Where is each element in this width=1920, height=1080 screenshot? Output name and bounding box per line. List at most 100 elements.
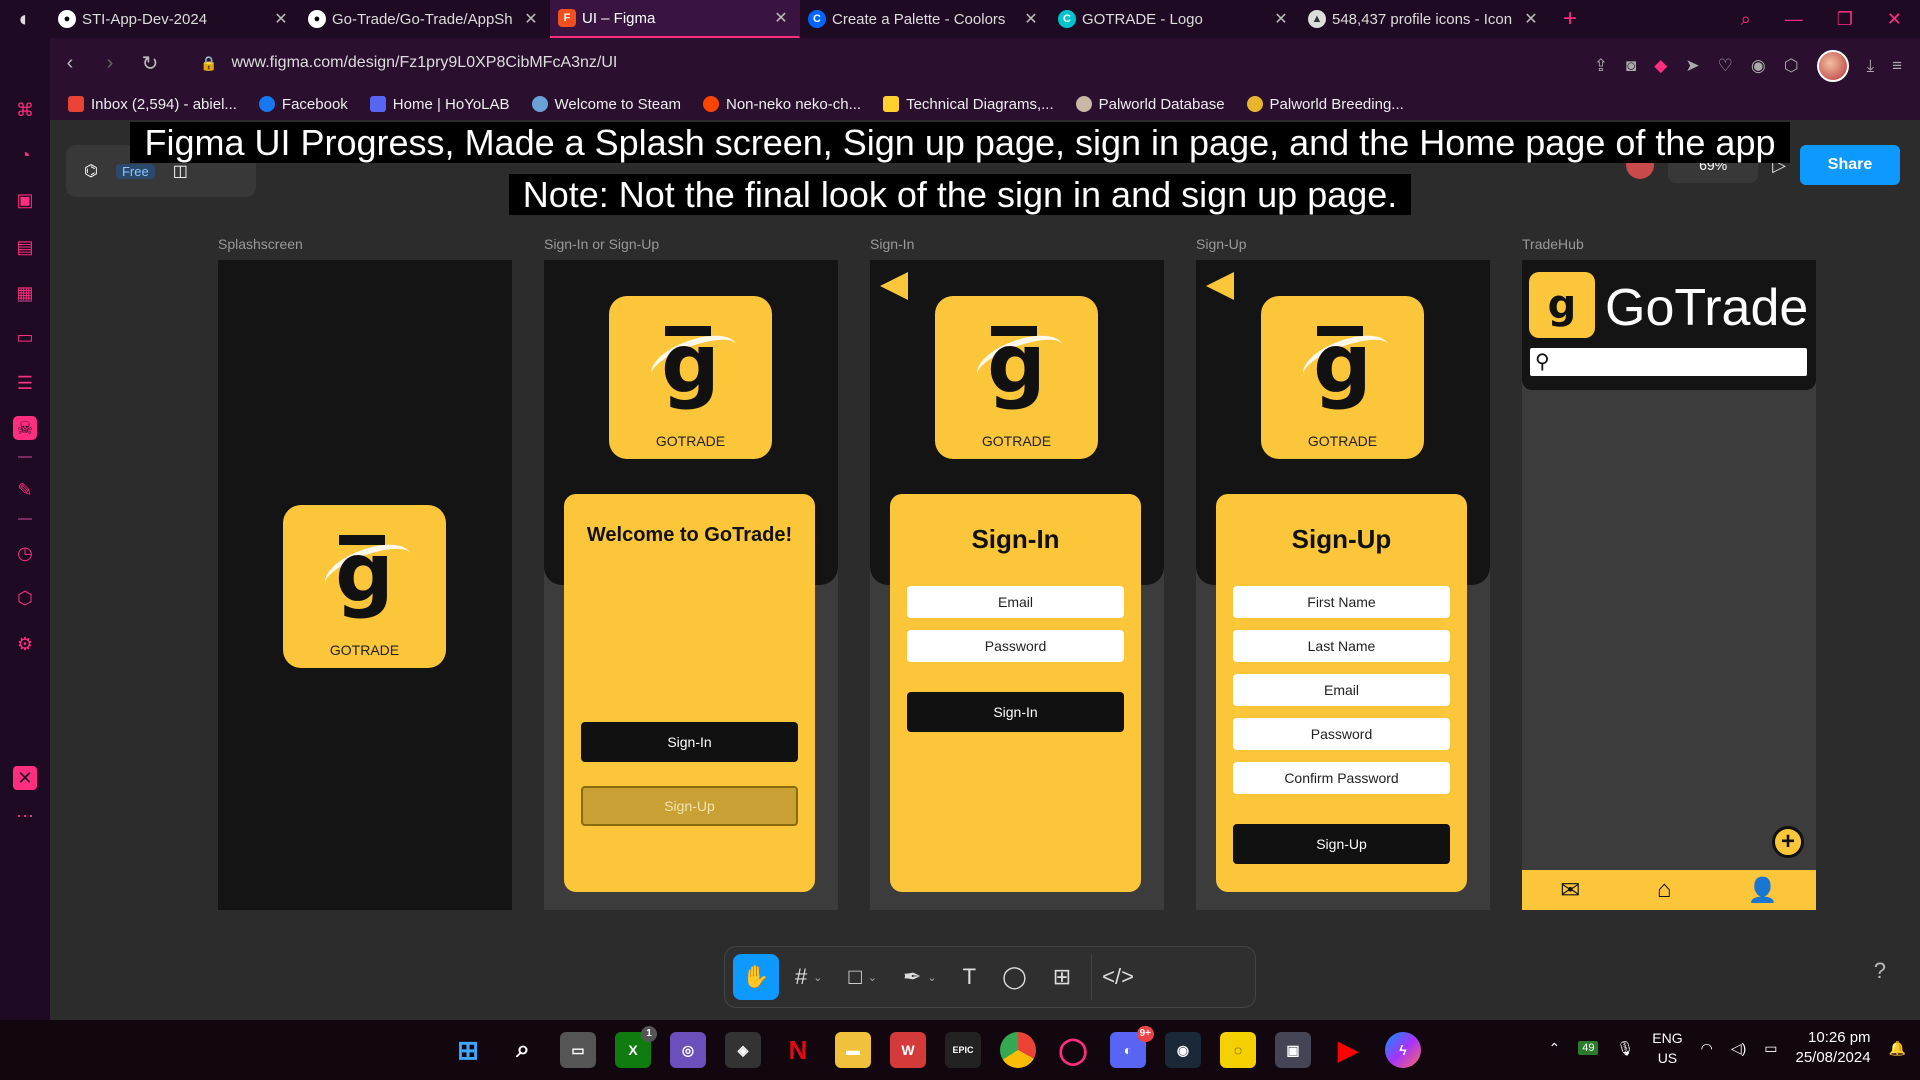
password-field[interactable]: Password	[907, 630, 1124, 662]
close-tab-icon[interactable]: ✕	[773, 8, 789, 28]
back-triangle-icon[interactable]	[880, 272, 908, 300]
chevron-down-icon[interactable]: ⌄	[868, 971, 877, 984]
easy-setup-icon[interactable]: ≡	[1892, 56, 1902, 76]
task-view-icon[interactable]: ▭	[560, 1032, 596, 1068]
cube-icon[interactable]: ⬡	[13, 586, 37, 610]
frame-signin[interactable]: g GOTRADE Sign-In Email Password Sign-In	[870, 260, 1164, 910]
last-name-field[interactable]: Last Name	[1233, 630, 1450, 662]
download-icon[interactable]: ⤓	[1867, 56, 1875, 76]
bag-icon[interactable]: ▣	[13, 188, 37, 212]
dev-mode-icon[interactable]: </>	[1091, 954, 1144, 1000]
youtube-icon[interactable]: ▶	[1330, 1032, 1366, 1068]
tab-figma-ui[interactable]: F UI – Figma ✕	[550, 0, 800, 38]
epic-games-icon[interactable]: EPIC	[945, 1032, 981, 1068]
chevron-down-icon[interactable]: ⌄	[813, 971, 822, 984]
opera-gx-icon[interactable]: ◯	[1055, 1032, 1091, 1068]
wifi-icon[interactable]: ◠	[1701, 1040, 1713, 1057]
password-field[interactable]: Password	[1233, 718, 1450, 750]
battery-icon[interactable]: ▭	[1764, 1040, 1777, 1057]
volume-icon[interactable]: ◁)	[1731, 1040, 1746, 1057]
xbox-icon[interactable]: X1	[615, 1026, 657, 1068]
figma-menu-icon[interactable]: ⌬	[84, 161, 98, 181]
tab-flaticon[interactable]: ▲ 548,437 profile icons - Icon ✕	[1300, 0, 1550, 38]
confirm-password-field[interactable]: Confirm Password	[1233, 762, 1450, 794]
close-tab-icon[interactable]: ✕	[273, 9, 289, 29]
speedometer-icon[interactable]: ◔	[13, 143, 37, 167]
photos-icon[interactable]: ◎	[670, 1032, 706, 1068]
gamepad-icon[interactable]: ⌘	[13, 98, 37, 122]
chevron-up-icon[interactable]: ⌃	[1548, 1040, 1560, 1057]
chrome-icon[interactable]	[1000, 1032, 1036, 1068]
comment-tool-icon[interactable]: ◯	[992, 954, 1037, 1000]
language-indicator[interactable]: ENG US	[1652, 1028, 1682, 1068]
profile-avatar[interactable]	[1816, 50, 1849, 82]
pocket-icon[interactable]: ◆	[1654, 56, 1667, 76]
new-tab-button[interactable]: +	[1550, 5, 1590, 33]
history-icon[interactable]: ◷	[13, 541, 37, 565]
more-icon[interactable]: ⋯	[13, 804, 37, 828]
tab-coolors[interactable]: C Create a Palette - Coolors ✕	[800, 0, 1050, 38]
email-field[interactable]: Email	[1233, 674, 1450, 706]
wps-icon[interactable]: W	[890, 1032, 926, 1068]
tab-go-trade-repo[interactable]: ● Go-Trade/Go-Trade/AppSh ✕	[300, 0, 550, 38]
shape-tool-icon[interactable]: □ ⌄	[838, 954, 887, 1000]
frame-tool-icon[interactable]: # ⌄	[785, 954, 832, 1000]
frame-tradehub[interactable]: g GoTrade ⚲ + ✉ ⌂ 👤	[1522, 260, 1816, 910]
close-tab-icon[interactable]: ✕	[1523, 9, 1539, 29]
text-tool-icon[interactable]: T	[953, 954, 986, 1000]
send-icon[interactable]: ➤	[1685, 56, 1699, 76]
bookmark-palworld-database[interactable]: Palworld Database	[1075, 96, 1225, 113]
bookmark-technical-diagrams[interactable]: Technical Diagrams,...	[883, 96, 1054, 113]
windows-start-icon[interactable]: ⊞	[450, 1032, 486, 1068]
back-triangle-icon[interactable]	[1206, 272, 1234, 300]
clock[interactable]: 10:26 pm 25/08/2024	[1795, 1028, 1870, 1068]
search-icon[interactable]: ⌕	[505, 1032, 541, 1068]
close-tab-icon[interactable]: ✕	[1023, 9, 1039, 29]
help-icon[interactable]: ?	[1874, 958, 1886, 984]
paint-icon[interactable]: ✎	[13, 478, 37, 502]
resources-icon[interactable]: ⊞	[1043, 954, 1081, 1000]
hand-tool-icon[interactable]: ✋	[733, 954, 779, 1000]
frame-signin-or-signup[interactable]: g GOTRADE Welcome to GoTrade! Sign-In Si…	[544, 260, 838, 910]
frame-splashscreen[interactable]: g GOTRADE	[218, 260, 512, 910]
chevron-down-icon[interactable]: ⌄	[927, 971, 936, 984]
opera-logo-icon[interactable]: ◐	[0, 0, 50, 38]
file-explorer-icon[interactable]: ▬	[835, 1032, 871, 1068]
notification-bell-icon[interactable]: 🔔	[1889, 1040, 1906, 1057]
camera-icon[interactable]: ◙	[1626, 56, 1636, 76]
game-icon[interactable]: ▣	[1275, 1032, 1311, 1068]
profile-icon[interactable]: 👤	[1748, 876, 1778, 905]
bookmark-steam[interactable]: Welcome to Steam	[531, 96, 681, 113]
extensions-icon[interactable]: ⬡	[1784, 56, 1799, 76]
twitch-icon[interactable]: ▤	[13, 235, 37, 259]
bookmark-gmail[interactable]: Inbox (2,594) - abiel...	[68, 96, 237, 113]
store-icon[interactable]: ⌂	[1657, 876, 1672, 904]
forward-arrow-icon[interactable]: ›	[90, 52, 130, 75]
messenger-icon[interactable]: ϟ	[1385, 1032, 1421, 1068]
tray-app-badge[interactable]: 49	[1578, 1041, 1599, 1055]
unity-icon[interactable]: ◈	[725, 1032, 761, 1068]
url-field[interactable]: 🔒 www.figma.com/design/Fz1pry9L0XP8CibMF…	[200, 54, 617, 72]
search-tabs-icon[interactable]: ⌕	[1741, 9, 1751, 30]
norton-icon[interactable]: ◌	[1220, 1032, 1256, 1068]
minimize-icon[interactable]: —	[1785, 9, 1803, 30]
list-icon[interactable]: ☰	[13, 371, 37, 395]
signup-submit-button[interactable]: Sign-Up	[1233, 824, 1450, 864]
add-listing-button[interactable]: +	[1772, 826, 1804, 858]
netflix-icon[interactable]: N	[780, 1032, 816, 1068]
cursor-extension-icon[interactable]: ◉	[1751, 56, 1766, 76]
reload-icon[interactable]: ↻	[130, 51, 170, 76]
settings-gear-icon[interactable]: ⚙	[13, 632, 37, 656]
gamepad-outline-icon[interactable]: ▭	[13, 325, 37, 349]
tab-sti-app-dev[interactable]: ● STI-App-Dev-2024 ✕	[50, 0, 300, 38]
pen-tool-icon[interactable]: ✒ ⌄	[893, 954, 947, 1000]
figma-canvas[interactable]: ⌬ Free ◫ 69% ▷ Share Splashscreen g GOTR…	[50, 120, 1920, 1020]
close-tab-icon[interactable]: ✕	[523, 9, 539, 29]
signup-button[interactable]: Sign-Up	[581, 786, 798, 826]
gx-corner-icon[interactable]: ✕	[13, 766, 37, 790]
close-window-icon[interactable]: ✕	[1887, 9, 1902, 30]
microphone-icon[interactable]: 🎙	[1616, 1040, 1634, 1057]
signin-submit-button[interactable]: Sign-In	[907, 692, 1124, 732]
steam-icon[interactable]: ◉	[1165, 1032, 1201, 1068]
restore-icon[interactable]: ❐	[1837, 9, 1853, 30]
